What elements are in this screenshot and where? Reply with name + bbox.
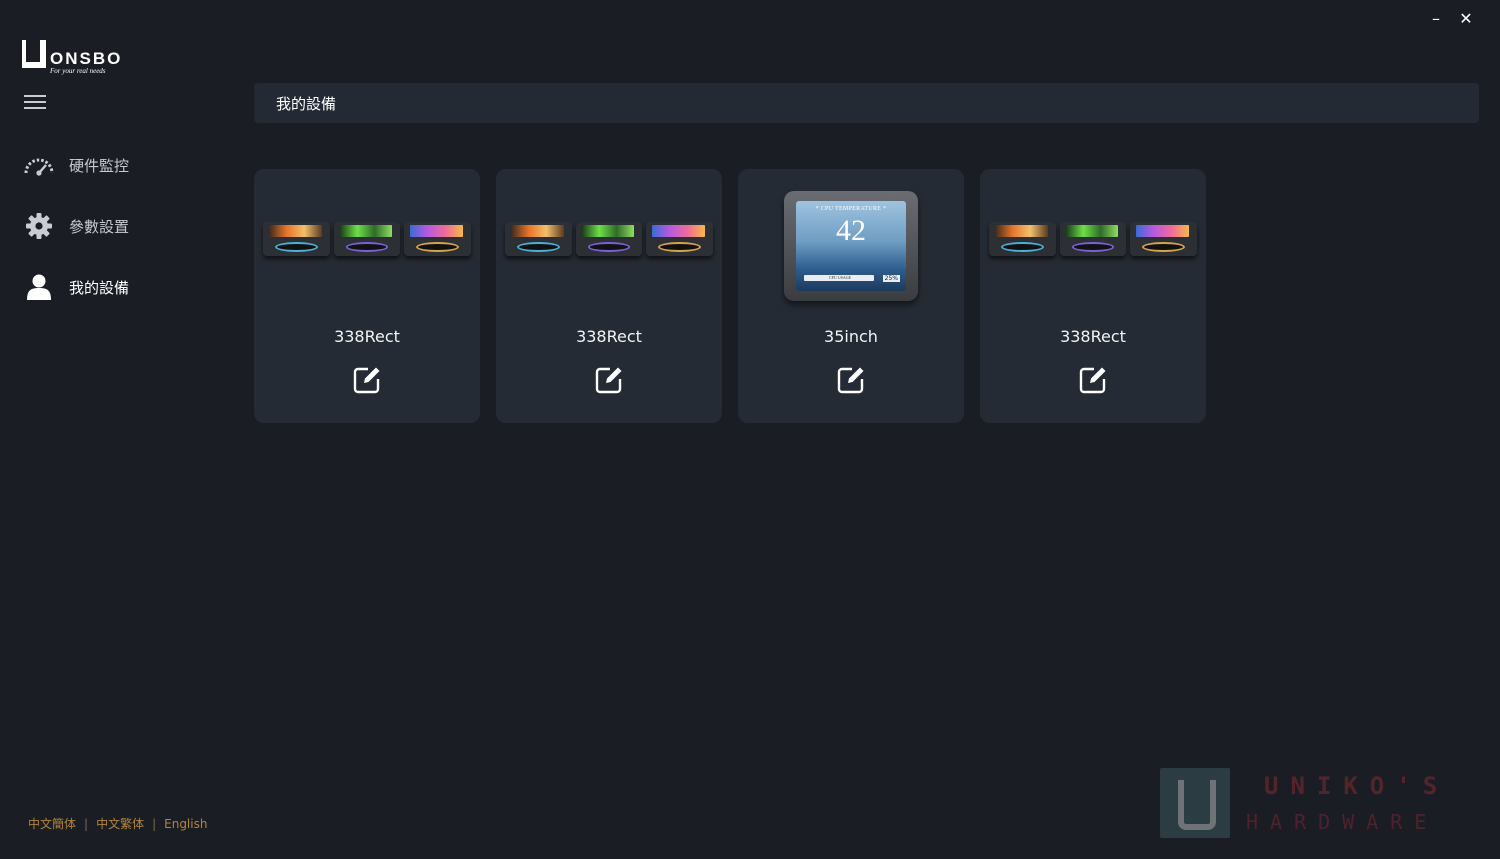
page-header: 我的設備	[254, 83, 1479, 123]
device-card[interactable]: 338Rect	[496, 169, 722, 423]
screen-usage-value: 25%	[882, 275, 900, 282]
language-option-traditional-chinese[interactable]: 中文繁体	[96, 817, 144, 831]
screen-usage-label: CPU USAGE	[804, 275, 874, 281]
35inch-display-image: * CPU TEMPERATURE * 42 CPU USAGE 25%	[738, 169, 964, 309]
watermark: UNIKO'S HARDWARE	[1160, 768, 1480, 840]
logo-wordmark: ONSBO	[50, 49, 123, 68]
sidebar-item-settings[interactable]: 參數設置	[22, 209, 222, 243]
edit-icon[interactable]	[1078, 365, 1108, 395]
minimize-button[interactable]: –	[1428, 8, 1444, 28]
sidebar-item-hardware-monitor[interactable]: 硬件監控	[22, 148, 222, 182]
sidebar-item-label: 我的設備	[69, 278, 130, 297]
speedometer-icon	[22, 148, 56, 182]
screen-temperature-value: 42	[836, 214, 866, 247]
device-name: 338Rect	[334, 327, 400, 346]
watermark-line1: UNIKO'S	[1264, 772, 1450, 800]
device-name: 338Rect	[1060, 327, 1126, 346]
device-list: 338Rect 338Rect * CPU TEMPERATURE * 42 C…	[254, 169, 1206, 423]
edit-icon[interactable]	[352, 365, 382, 395]
gear-icon	[22, 209, 56, 243]
logo-tagline: For your real needs	[50, 67, 106, 75]
sidebar-item-label: 參數設置	[69, 217, 130, 236]
language-switcher: 中文簡体 | 中文繁体 | English	[28, 817, 208, 831]
window-controls: – ✕	[1428, 8, 1474, 28]
device-name: 338Rect	[576, 327, 642, 346]
watermark-line2: HARDWARE	[1246, 810, 1439, 834]
language-option-simplified-chinese[interactable]: 中文簡体	[28, 817, 76, 831]
screen-title: * CPU TEMPERATURE *	[815, 206, 887, 212]
menu-icon[interactable]	[24, 95, 46, 109]
sidebar-item-my-devices[interactable]: 我的設備	[22, 270, 222, 304]
sidebar-nav: 硬件監控 參數設置 我的設備	[22, 148, 222, 331]
edit-icon[interactable]	[836, 365, 866, 395]
device-card[interactable]: 338Rect	[254, 169, 480, 423]
device-card[interactable]: * CPU TEMPERATURE * 42 CPU USAGE 25% 35i…	[738, 169, 964, 423]
jonsbo-logo: ONSBO For your real needs	[22, 40, 142, 76]
edit-icon[interactable]	[594, 365, 624, 395]
338rect-display-image	[254, 169, 480, 309]
sidebar-item-label: 硬件監控	[69, 156, 130, 175]
language-option-english[interactable]: English	[164, 817, 207, 831]
watermark-logo-icon	[1160, 768, 1230, 838]
338rect-display-image	[980, 169, 1206, 309]
device-name: 35inch	[824, 327, 878, 346]
338rect-display-image	[496, 169, 722, 309]
logo-mark	[22, 40, 46, 68]
user-icon	[22, 270, 56, 304]
device-card[interactable]: 338Rect	[980, 169, 1206, 423]
page-title: 我的設備	[276, 94, 337, 113]
close-button[interactable]: ✕	[1458, 8, 1474, 28]
